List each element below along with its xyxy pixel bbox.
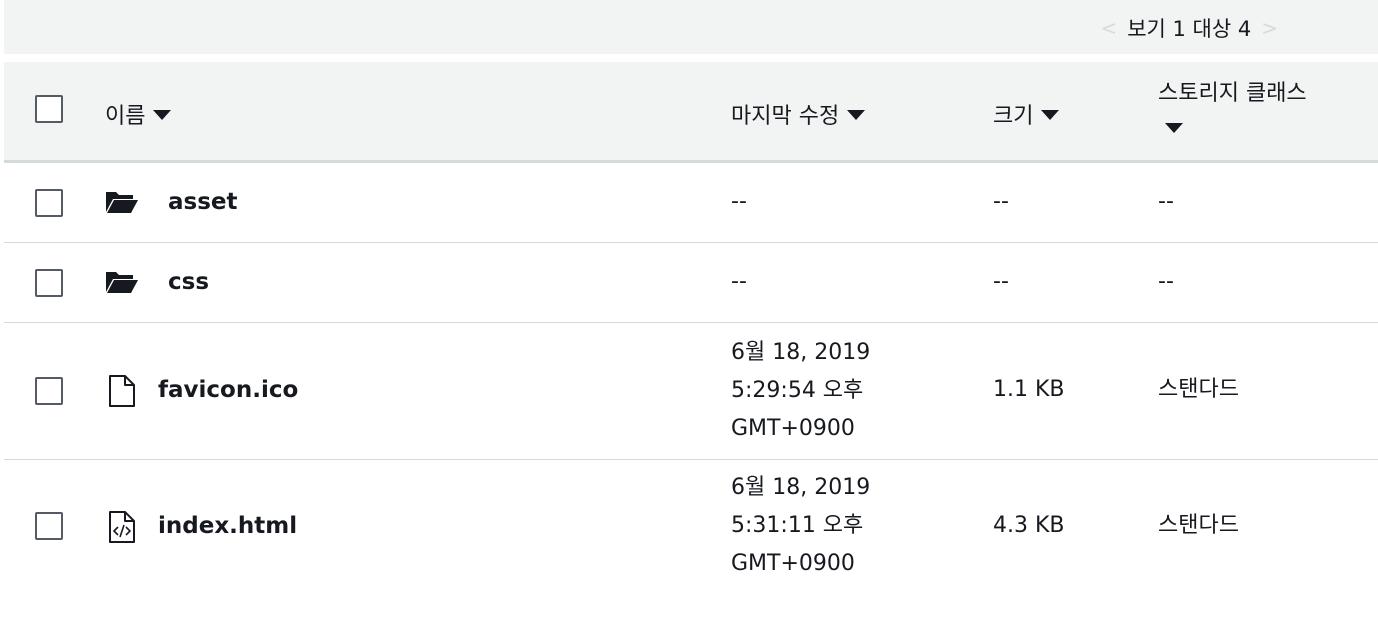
row-size: 4.3 KB [993, 513, 1065, 538]
pagination: < 보기 1 대상 4 > [1090, 13, 1288, 43]
select-all-checkbox[interactable] [35, 95, 63, 123]
row-name-link[interactable]: favicon.ico [158, 371, 298, 409]
row-modified-time: 5:31:11 오후 [731, 513, 864, 538]
sort-down-icon [153, 110, 172, 120]
row-size: -- [993, 189, 1009, 214]
sort-down-icon [1165, 123, 1183, 133]
chevron-right-icon[interactable]: > [1251, 16, 1288, 40]
row-modified-time: 5:29:54 오후 [731, 378, 864, 403]
table-row[interactable]: index.html 6월 18, 2019 5:31:11 오후 GMT+09… [4, 460, 1378, 596]
row-size: 1.1 KB [993, 377, 1065, 402]
column-header-size-label: 크기 [993, 104, 1034, 129]
row-modified-tz: GMT+0900 [731, 551, 855, 576]
row-checkbox[interactable] [35, 269, 63, 297]
column-header-storage-class-label: 스토리지 클래스 [1158, 81, 1307, 106]
code-file-icon [109, 511, 135, 543]
row-modified-tz: GMT+0900 [731, 416, 855, 441]
sort-down-icon [1041, 110, 1060, 120]
row-modified: -- [731, 189, 747, 214]
row-name-link[interactable]: asset [168, 183, 238, 221]
table-row[interactable]: favicon.ico 6월 18, 2019 5:29:54 오후 GMT+0… [4, 323, 1378, 460]
row-size: -- [993, 269, 1009, 294]
table-header: 이름 마지막 수정 크기 스토리지 클래스 [4, 62, 1378, 163]
table-row[interactable]: css -- -- -- [4, 243, 1378, 323]
row-checkbox[interactable] [35, 512, 63, 540]
column-header-name[interactable]: 이름 [105, 98, 172, 130]
row-name-link[interactable]: index.html [158, 507, 297, 545]
chevron-left-icon[interactable]: < [1090, 16, 1127, 40]
row-name-link[interactable]: css [168, 263, 209, 301]
table-row[interactable]: asset -- -- -- [4, 163, 1378, 243]
row-modified: -- [731, 269, 747, 294]
pagination-bar: < 보기 1 대상 4 > [4, 0, 1378, 54]
row-storage-class: -- [1158, 269, 1174, 294]
row-checkbox[interactable] [35, 189, 63, 217]
file-icon [109, 375, 135, 407]
column-header-name-label: 이름 [105, 104, 146, 129]
row-storage-class: 스탠다드 [1158, 513, 1239, 538]
column-header-modified[interactable]: 마지막 수정 [731, 98, 866, 130]
row-modified: 6월 18, 2019 5:29:54 오후 GMT+0900 [731, 334, 870, 448]
row-storage-class: 스탠다드 [1158, 377, 1239, 402]
row-modified: 6월 18, 2019 5:31:11 오후 GMT+0900 [731, 469, 870, 583]
column-header-size[interactable]: 크기 [993, 98, 1060, 130]
folder-open-icon [106, 192, 138, 213]
row-checkbox[interactable] [35, 377, 63, 405]
column-header-storage-class[interactable]: 스토리지 클래스 [1158, 76, 1307, 148]
pagination-text: 보기 1 대상 4 [1127, 17, 1252, 41]
row-modified-date: 6월 18, 2019 [731, 475, 871, 500]
sort-down-icon [847, 110, 866, 120]
column-header-modified-label: 마지막 수정 [731, 104, 840, 129]
folder-open-icon [106, 272, 138, 293]
row-storage-class: -- [1158, 189, 1174, 214]
row-modified-date: 6월 18, 2019 [731, 340, 871, 365]
